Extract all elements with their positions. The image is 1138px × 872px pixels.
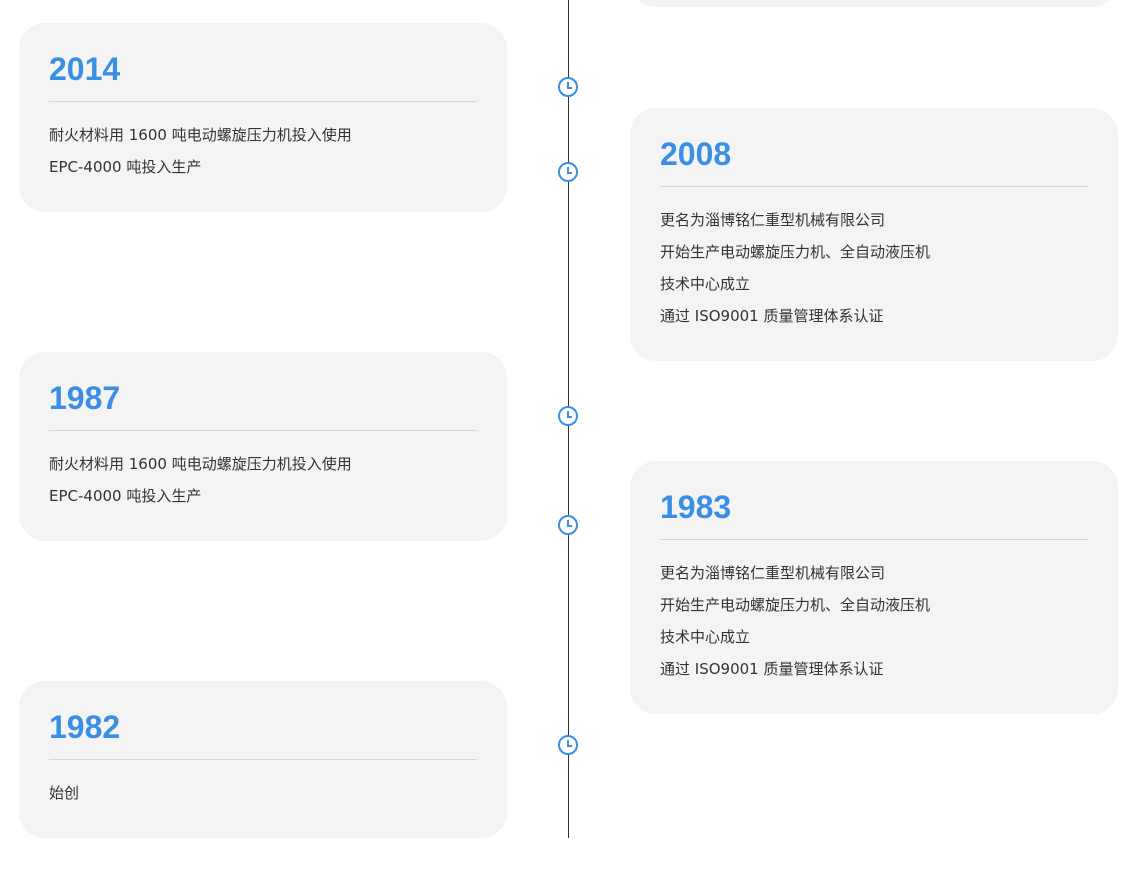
timeline-card: 1987 耐火材料用 1600 吨电动螺旋压力机投入使用 EPC-4000 吨投… <box>19 352 507 541</box>
clock-icon <box>558 515 578 535</box>
timeline-card: 1983 更名为淄博铭仁重型机械有限公司 开始生产电动螺旋压力机、全自动液压机 … <box>630 461 1118 714</box>
timeline-event-list: 耐火材料用 1600 吨电动螺旋压力机投入使用 EPC-4000 吨投入生产 <box>49 431 477 512</box>
timeline-event: 开始生产电动螺旋压力机、全自动液压机 <box>660 596 931 614</box>
timeline-year: 2008 <box>660 134 1088 187</box>
timeline-card: 1982 始创 <box>19 681 507 838</box>
timeline-year: 2014 <box>49 49 477 102</box>
timeline-event-list: 更名为淄博铭仁重型机械有限公司 开始生产电动螺旋压力机、全自动液压机 技术中心成… <box>660 540 1088 685</box>
timeline-year: 1983 <box>660 487 1088 540</box>
timeline-card-partial <box>630 0 1118 7</box>
timeline-event: 通过 ISO9001 质量管理体系认证 <box>660 660 884 678</box>
timeline-event: 通过 ISO9001 质量管理体系认证 <box>660 307 884 325</box>
timeline-event: 技术中心成立 <box>660 628 751 646</box>
timeline-card: 2008 更名为淄博铭仁重型机械有限公司 开始生产电动螺旋压力机、全自动液压机 … <box>630 108 1118 361</box>
timeline-event: 耐火材料用 1600 吨电动螺旋压力机投入使用 <box>49 126 352 144</box>
timeline-card: 2014 耐火材料用 1600 吨电动螺旋压力机投入使用 EPC-4000 吨投… <box>19 23 507 212</box>
clock-icon <box>558 735 578 755</box>
timeline-event: 更名为淄博铭仁重型机械有限公司 <box>660 211 886 229</box>
clock-icon <box>558 77 578 97</box>
timeline-event-list: 始创 <box>49 760 477 809</box>
timeline-year: 1982 <box>49 707 477 760</box>
timeline-event: EPC-4000 吨投入生产 <box>49 487 202 505</box>
timeline-year: 1987 <box>49 378 477 431</box>
timeline-event: EPC-4000 吨投入生产 <box>49 158 202 176</box>
timeline-event: 技术中心成立 <box>660 275 751 293</box>
timeline-event: 更名为淄博铭仁重型机械有限公司 <box>660 564 886 582</box>
timeline-event-list: 耐火材料用 1600 吨电动螺旋压力机投入使用 EPC-4000 吨投入生产 <box>49 102 477 183</box>
timeline-event: 耐火材料用 1600 吨电动螺旋压力机投入使用 <box>49 455 352 473</box>
clock-icon <box>558 162 578 182</box>
timeline-event-list: 更名为淄博铭仁重型机械有限公司 开始生产电动螺旋压力机、全自动液压机 技术中心成… <box>660 187 1088 332</box>
timeline-event: 开始生产电动螺旋压力机、全自动液压机 <box>660 243 931 261</box>
timeline-event: 始创 <box>49 784 80 802</box>
clock-icon <box>558 406 578 426</box>
